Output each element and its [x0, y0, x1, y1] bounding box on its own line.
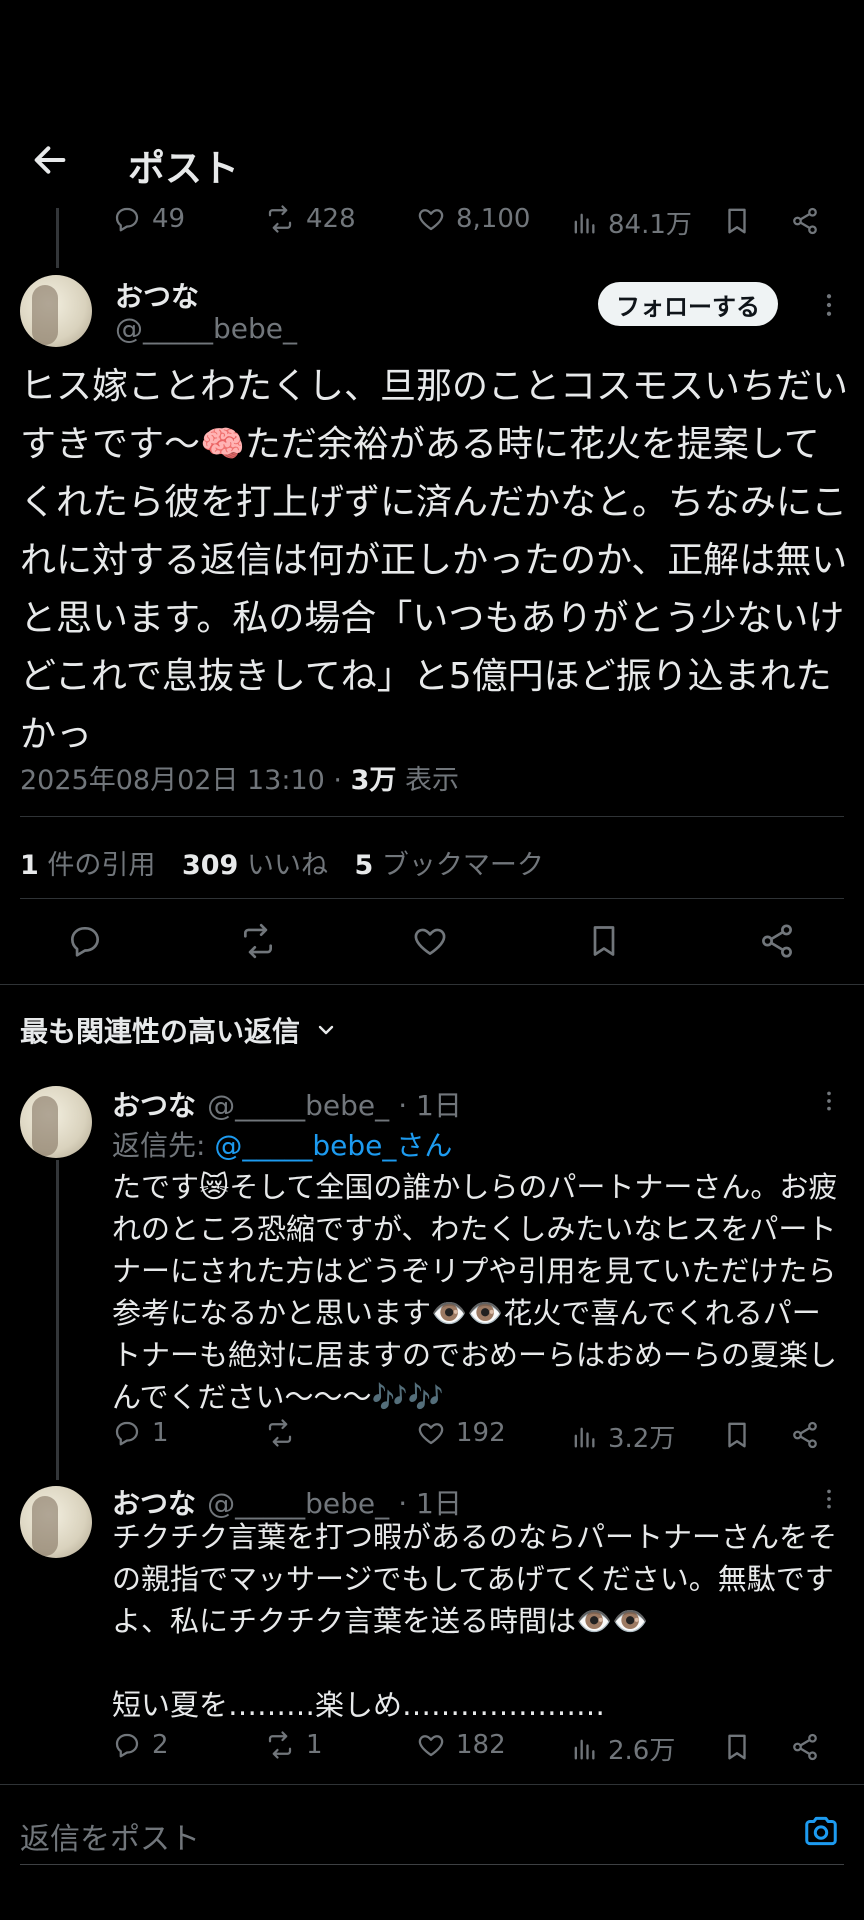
heart-icon [416, 1730, 446, 1760]
reply-repost-stat[interactable] [264, 1418, 306, 1448]
reply-author-handle[interactable]: @_____bebe_ [207, 1089, 389, 1122]
like-button[interactable] [411, 922, 449, 960]
views-chart-icon [570, 1422, 598, 1452]
reply-composer-input[interactable]: 返信をポスト [20, 1814, 200, 1858]
avatar[interactable] [20, 1486, 92, 1558]
reply-reply-stat[interactable]: 1 [112, 1418, 169, 1448]
reply-icon [112, 1730, 142, 1760]
follow-button[interactable]: フォローする [598, 282, 778, 326]
top-repost-stat[interactable]: 428 [264, 204, 356, 234]
reply-repost-stat[interactable]: 1 [264, 1730, 323, 1760]
top-views-stat[interactable]: 84.1万 [570, 204, 692, 241]
thread-connector [56, 208, 59, 268]
heart-icon [416, 1418, 446, 1448]
more-options-icon[interactable] [816, 1486, 842, 1512]
post-date: 2025年08月02日 13:10 · [20, 765, 351, 796]
avatar[interactable] [20, 1086, 92, 1158]
share-icon[interactable] [790, 1420, 820, 1450]
bookmarks-link[interactable]: 5 ブックマーク [355, 850, 544, 881]
reply-icon [112, 1418, 142, 1448]
divider [20, 816, 844, 817]
reply-text: チクチク言葉を打つ暇があるのならパートナーさんをその親指でマッサージでもしてあげ… [112, 1520, 838, 1722]
reply-views-stat[interactable]: 3.2万 [570, 1418, 675, 1455]
divider [20, 898, 844, 899]
divider [0, 984, 864, 985]
quotes-link[interactable]: 1 件の引用 [20, 850, 155, 881]
composer-underline [20, 1864, 844, 1865]
avatar[interactable] [20, 275, 92, 347]
bookmark-icon[interactable] [722, 1420, 752, 1450]
views-count: 3万 [350, 765, 397, 796]
bookmark-icon[interactable] [722, 1732, 752, 1762]
back-arrow-icon[interactable] [30, 140, 70, 180]
page-title: ポスト [128, 147, 239, 190]
repost-icon [264, 1418, 296, 1448]
repost-icon [264, 204, 296, 234]
divider [0, 1784, 864, 1785]
reply-sort-label: 最も関連性の高い返信 [20, 1015, 301, 1048]
post-text: ヒス嫁ことわたくし、旦那のことコスモスいちだいすきです〜🧠ただ余裕がある時に花火… [20, 366, 849, 755]
views-chart-icon [570, 1734, 598, 1764]
camera-icon[interactable] [802, 1812, 840, 1850]
reply-views-stat[interactable]: 2.6万 [570, 1730, 675, 1767]
repost-button[interactable] [238, 922, 278, 960]
reply-like-stat[interactable]: 192 [416, 1418, 506, 1448]
more-options-icon[interactable] [814, 290, 844, 320]
author-handle[interactable]: @_____bebe_ [115, 312, 297, 345]
more-options-icon[interactable] [816, 1088, 842, 1114]
chevron-down-icon [314, 1018, 338, 1042]
thread-connector [56, 1160, 59, 1480]
reply-reply-stat[interactable]: 2 [112, 1730, 169, 1760]
top-reply-stat[interactable]: 49 [112, 204, 185, 234]
engagement-row: 1 件の引用 309 いいね 5 ブックマーク [20, 843, 544, 882]
reply-to-handle-link[interactable]: @_____bebe_さん [214, 1129, 452, 1162]
reply-like-stat[interactable]: 182 [416, 1730, 506, 1760]
repost-icon [264, 1730, 296, 1760]
post-meta: 2025年08月02日 13:10 · 3万 表示 [20, 758, 459, 797]
likes-link[interactable]: 309 いいね [182, 850, 328, 881]
views-chart-icon [570, 208, 598, 238]
author-name[interactable]: おつな [115, 275, 199, 315]
share-button[interactable] [758, 922, 796, 960]
reply-author-name[interactable]: おつな [112, 1089, 196, 1122]
heart-icon [416, 204, 446, 234]
reply-text: たです😿そして全国の誰かしらのパートナーさん。お疲れのところ恐縮ですが、わたくし… [112, 1170, 838, 1414]
views-label: 表示 [396, 765, 459, 796]
top-like-stat[interactable]: 8,100 [416, 204, 530, 234]
bookmark-button[interactable] [586, 922, 622, 960]
top-share-icon[interactable] [790, 206, 820, 236]
reply-sort-selector[interactable]: 最も関連性の高い返信 [20, 1010, 338, 1050]
reply-header: おつな @_____bebe_ · 1日 [112, 1084, 462, 1124]
top-bookmark-icon[interactable] [722, 206, 752, 236]
reply-button[interactable] [66, 922, 104, 960]
share-icon[interactable] [790, 1732, 820, 1762]
reply-to-line: 返信先: @_____bebe_さん [112, 1129, 453, 1162]
reply-time[interactable]: · 1日 [398, 1089, 462, 1122]
reply-icon [112, 204, 142, 234]
